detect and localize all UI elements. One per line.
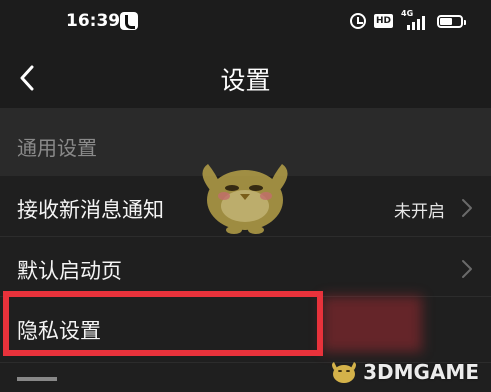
battery-icon <box>437 14 466 28</box>
row-value: 未开启 <box>394 202 445 222</box>
section-title: 通用设置 <box>17 136 97 160</box>
settings-row-default-start-page[interactable]: 默认启动页 <box>0 237 491 301</box>
chevron-right-icon <box>462 260 472 278</box>
status-time: 16:39 <box>66 11 121 31</box>
section-header: 通用设置 <box>0 108 491 176</box>
page-title: 设置 <box>220 66 271 95</box>
status-icons: HD 4G <box>349 9 466 30</box>
settings-row-notifications[interactable]: 接收新消息通知 未开启 <box>0 176 491 240</box>
settings-row-privacy[interactable]: 隐私设置 <box>0 297 491 361</box>
partial-row-text <box>17 377 57 381</box>
battery-level <box>440 17 452 25</box>
tiktok-icon <box>120 12 138 30</box>
chevron-right-icon <box>462 199 472 217</box>
signal-bars <box>407 16 425 30</box>
nav-bar: 设置 <box>0 46 491 108</box>
alarm-icon <box>349 13 366 29</box>
row-label: 接收新消息通知 <box>17 198 164 222</box>
row-label: 默认启动页 <box>17 259 122 283</box>
hd-badge: HD <box>373 14 393 28</box>
status-bar: 16:39 HD 4G <box>0 0 491 46</box>
row-label: 隐私设置 <box>17 319 101 343</box>
settings-row-partial[interactable] <box>0 363 491 392</box>
signal-icon: 4G <box>401 9 429 30</box>
